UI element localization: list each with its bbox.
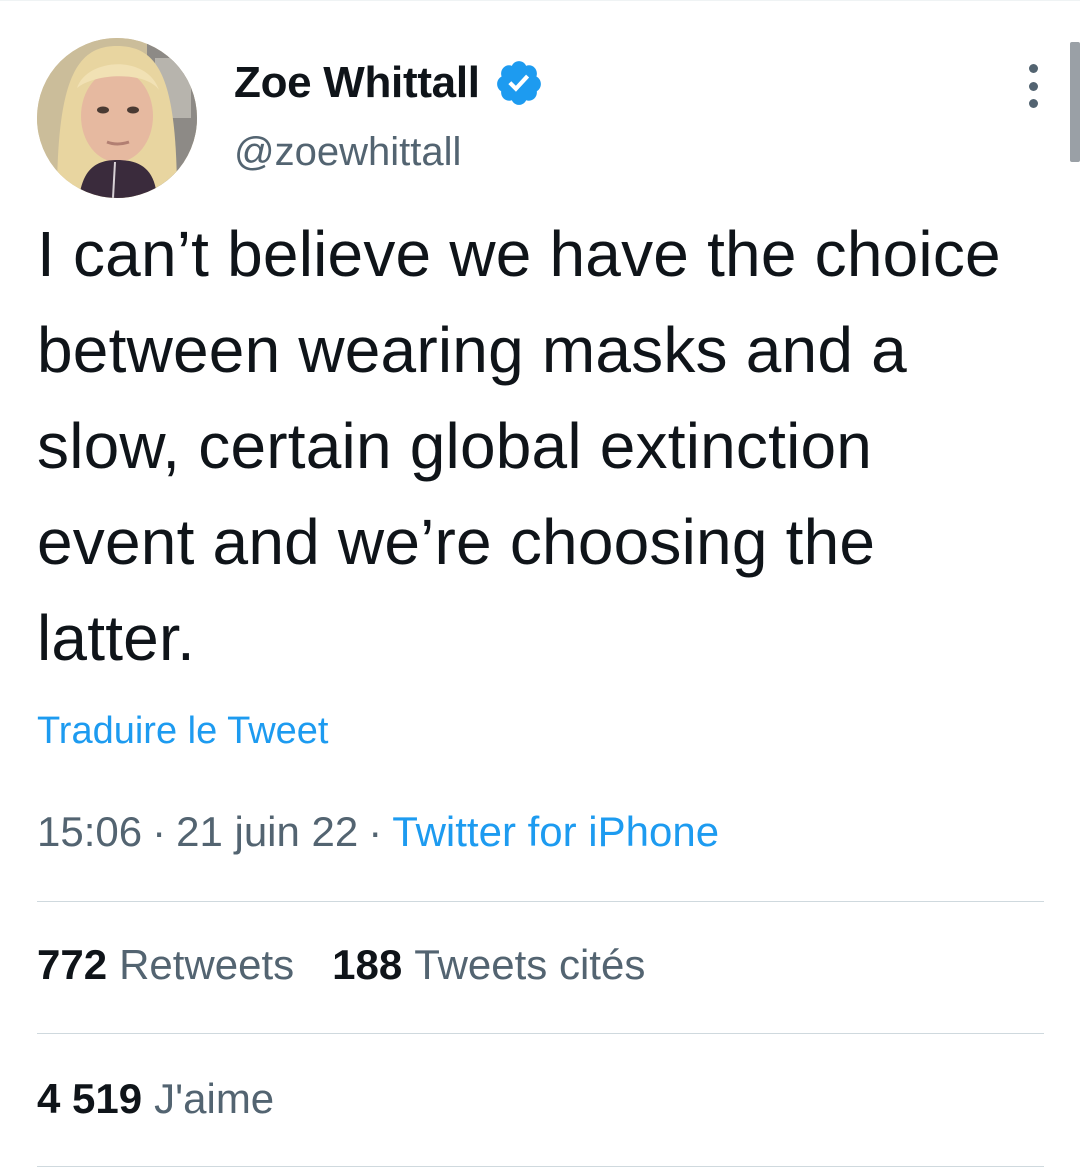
divider xyxy=(37,1166,1044,1167)
likes-count: 4 519 xyxy=(37,1075,143,1122)
quote-tweets-count: 188 xyxy=(332,941,403,988)
verified-badge-icon xyxy=(496,61,541,105)
retweets-count: 772 xyxy=(37,941,108,988)
tweet-header: Zoe Whittall @zoewhittall xyxy=(37,38,1047,198)
more-dot-icon xyxy=(1028,64,1038,73)
divider xyxy=(37,901,1044,902)
translate-tweet-link[interactable]: Traduire le Tweet xyxy=(37,710,328,753)
quote-tweets-label: Tweets cités xyxy=(414,941,646,988)
likes-stat[interactable]: 4 519 J'aime xyxy=(37,1075,274,1122)
more-options-button[interactable] xyxy=(1023,64,1043,108)
tweet-metadata: 15:06 · 21 juin 22 · Twitter for iPhone xyxy=(37,808,719,856)
meta-separator: · xyxy=(152,808,167,855)
quote-tweets-stat[interactable]: 188 Tweets cités xyxy=(332,941,645,988)
likes-stats-row: 4 519 J'aime xyxy=(37,1075,274,1123)
meta-separator: · xyxy=(368,808,383,855)
user-handle[interactable]: @zoewhittall xyxy=(234,130,461,175)
display-name[interactable]: Zoe Whittall xyxy=(234,58,480,108)
retweets-stat[interactable]: 772 Retweets xyxy=(37,941,294,988)
top-divider xyxy=(0,0,1080,1)
tweet-source-link[interactable]: Twitter for iPhone xyxy=(392,808,719,855)
retweets-label: Retweets xyxy=(119,941,295,988)
avatar[interactable] xyxy=(37,38,197,198)
engagement-stats-row: 772 Retweets 188 Tweets cités xyxy=(37,941,645,989)
tweet-time[interactable]: 15:06 xyxy=(37,808,142,855)
more-dot-icon xyxy=(1028,99,1038,108)
scrollbar-thumb[interactable] xyxy=(1070,42,1080,162)
tweet-date[interactable]: 21 juin 22 xyxy=(176,808,358,855)
name-row: Zoe Whittall xyxy=(234,53,544,113)
tweet-text: I can’t believe we have the choice betwe… xyxy=(37,218,1001,674)
divider xyxy=(37,1033,1044,1034)
avatar-photo-icon xyxy=(37,38,197,198)
more-dot-icon xyxy=(1028,81,1038,91)
likes-label: J'aime xyxy=(154,1075,275,1122)
